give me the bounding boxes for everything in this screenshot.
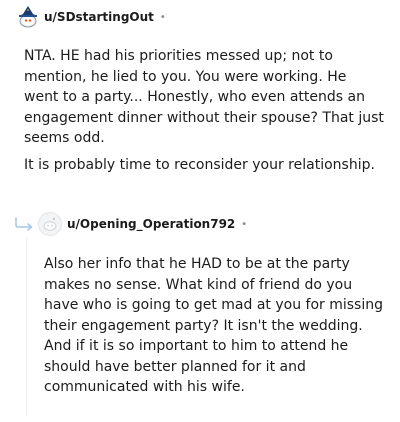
comment-body: Also her info that he HAD to be at the p…: [44, 254, 384, 398]
comment-paragraph: NTA. HE had his priorities messed up; no…: [24, 48, 384, 146]
reply-arrow-icon: [15, 217, 33, 231]
comment-body: NTA. HE had his priorities messed up; no…: [24, 46, 384, 175]
comment-paragraph: It is probably time to reconsider your r…: [24, 156, 375, 173]
comment-header: u/SDstartingOut •: [16, 5, 166, 29]
username-link[interactable]: u/SDstartingOut: [44, 10, 154, 24]
separator-dot: •: [159, 11, 166, 23]
comment-paragraph: Also her info that he HAD to be at the p…: [44, 256, 383, 395]
thread-line[interactable]: [26, 238, 27, 416]
comment-header: u/Opening_Operation792 •: [38, 212, 247, 236]
username-link[interactable]: u/Opening_Operation792: [67, 217, 235, 231]
default-snoo-avatar-icon[interactable]: [38, 212, 62, 236]
wizard-snoo-avatar-icon[interactable]: [16, 5, 40, 29]
separator-dot: •: [241, 218, 248, 230]
